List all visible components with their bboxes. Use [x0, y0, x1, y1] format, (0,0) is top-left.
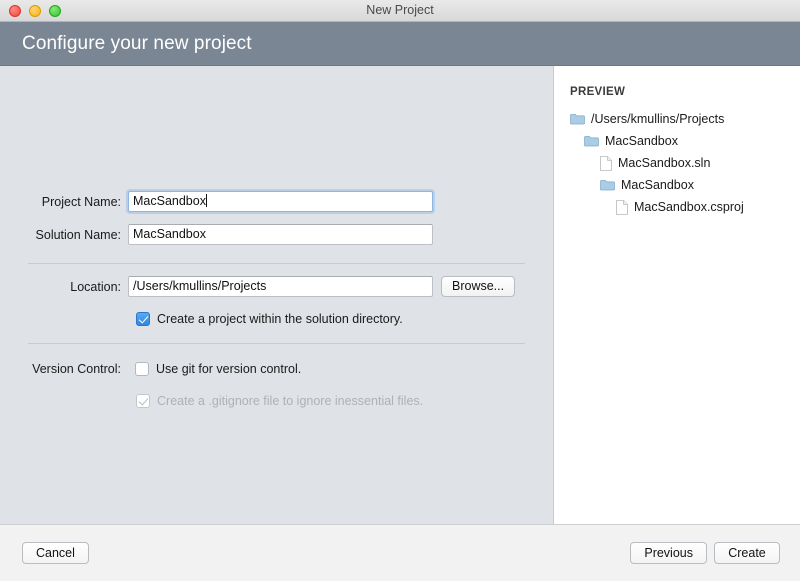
- tree-item-label: MacSandbox: [621, 178, 694, 192]
- section-divider-1: [28, 263, 525, 264]
- browse-button[interactable]: Browse...: [441, 276, 516, 297]
- location-value: /Users/kmullins/Projects: [133, 279, 267, 293]
- file-icon: [616, 199, 628, 215]
- project-name-input[interactable]: MacSandbox: [128, 191, 433, 212]
- section-divider-2: [28, 343, 525, 344]
- gitignore-row: Create a .gitignore file to ignore iness…: [136, 394, 423, 408]
- form-pane: Project Name: MacSandbox Solution Name: …: [0, 66, 553, 524]
- gitignore-label: Create a .gitignore file to ignore iness…: [157, 394, 424, 408]
- use-git-checkbox[interactable]: [135, 362, 149, 376]
- tree-item-sln-file[interactable]: MacSandbox.sln: [568, 152, 800, 174]
- solution-name-row: Solution Name: MacSandbox: [0, 224, 433, 245]
- project-name-row: Project Name: MacSandbox: [0, 191, 433, 212]
- tree-item-label: MacSandbox: [605, 134, 678, 148]
- tree-item-label: /Users/kmullins/Projects: [591, 112, 725, 126]
- preview-title: PREVIEW: [570, 86, 626, 98]
- dialog-footer: Cancel Previous Create: [0, 524, 800, 580]
- project-name-value: MacSandbox: [133, 194, 206, 208]
- folder-icon: [570, 113, 585, 125]
- folder-icon: [600, 179, 615, 191]
- create-project-in-solution-dir-row[interactable]: Create a project within the solution dir…: [136, 312, 403, 326]
- solution-name-input[interactable]: MacSandbox: [128, 224, 433, 245]
- tree-item-label: MacSandbox.csproj: [634, 200, 744, 214]
- location-row: Location: /Users/kmullins/Projects Brows…: [0, 276, 516, 297]
- version-control-label: Version Control:: [32, 362, 121, 376]
- project-name-label: Project Name:: [41, 194, 121, 209]
- location-input[interactable]: /Users/kmullins/Projects: [128, 276, 433, 297]
- previous-button[interactable]: Previous: [630, 542, 707, 564]
- create-button[interactable]: Create: [714, 542, 780, 564]
- dialog-header: Configure your new project: [0, 22, 800, 66]
- create-project-in-solution-dir-checkbox[interactable]: [136, 312, 150, 326]
- version-control-row: Version Control: Use git for version con…: [0, 362, 301, 376]
- tree-item-csproj-file[interactable]: MacSandbox.csproj: [568, 196, 800, 218]
- solution-name-value: MacSandbox: [133, 227, 206, 241]
- tree-item-label: MacSandbox.sln: [618, 156, 711, 170]
- create-project-in-solution-dir-label: Create a project within the solution dir…: [157, 312, 403, 326]
- preview-pane: PREVIEW /Users/kmullins/Projects MacSand…: [553, 66, 800, 524]
- tree-item-macsandbox-folder[interactable]: MacSandbox: [568, 130, 800, 152]
- text-caret: [205, 194, 207, 207]
- gitignore-checkbox: [136, 394, 150, 408]
- solution-name-label: Solution Name:: [35, 227, 121, 242]
- file-icon: [600, 155, 612, 171]
- folder-icon: [584, 135, 599, 147]
- page-title: Configure your new project: [22, 32, 252, 54]
- location-label: Location:: [70, 279, 121, 294]
- new-project-dialog: New Project Configure your new project P…: [0, 0, 800, 581]
- dialog-body: Project Name: MacSandbox Solution Name: …: [0, 66, 800, 524]
- use-git-label: Use git for version control.: [156, 362, 302, 376]
- cancel-button[interactable]: Cancel: [22, 542, 89, 564]
- title-bar: New Project: [0, 0, 800, 22]
- window-title: New Project: [366, 3, 434, 17]
- tree-item-projects-folder[interactable]: /Users/kmullins/Projects: [568, 108, 800, 130]
- tree-item-macsandbox-inner-folder[interactable]: MacSandbox: [568, 174, 800, 196]
